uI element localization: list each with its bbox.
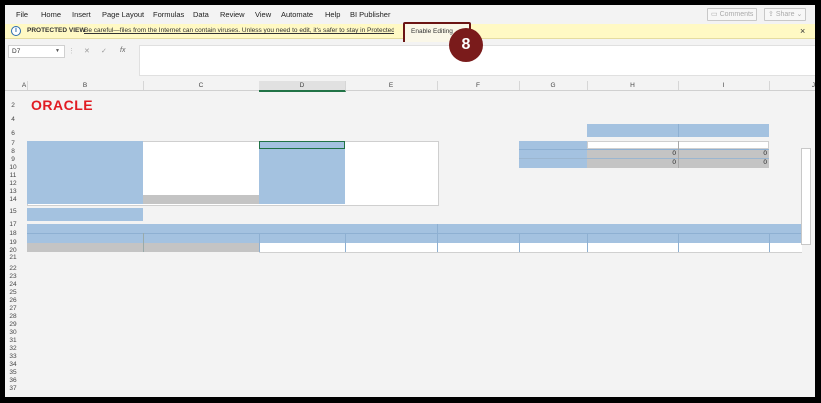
protected-view-title: PROTECTED VIEW xyxy=(27,27,86,34)
cell-divider xyxy=(345,233,346,252)
col-header-g[interactable]: G xyxy=(519,81,588,90)
cancel-icon[interactable]: ✕ xyxy=(84,47,90,55)
menu-help[interactable]: Help xyxy=(325,10,340,19)
col-header-h[interactable]: H xyxy=(587,81,679,90)
step-badge: 8 xyxy=(449,28,483,62)
col-header-b[interactable]: B xyxy=(27,81,144,90)
vertical-scrollbar[interactable] xyxy=(801,148,811,245)
protected-view-message[interactable]: Be careful—files from the Internet can c… xyxy=(84,27,394,34)
cell-divider xyxy=(143,233,144,252)
label-cells-b7-b13[interactable] xyxy=(27,141,143,204)
cells-d7-d13[interactable] xyxy=(259,141,345,204)
sheet-grid: ORACLE 0 0 0 0 xyxy=(5,91,815,397)
cell-i8-value[interactable]: 0 xyxy=(678,150,767,157)
menu-page-layout[interactable]: Page Layout xyxy=(102,10,144,19)
cells-d19-j19[interactable] xyxy=(259,243,802,253)
chevron-down-icon: ⌄ xyxy=(796,11,803,18)
menu-bi-publisher[interactable]: BI Publisher xyxy=(350,10,390,19)
selected-cell-d7[interactable] xyxy=(259,141,345,149)
cell-b15[interactable] xyxy=(27,208,143,221)
excel-window: File Home Insert Page Layout Formulas Da… xyxy=(5,5,815,397)
oracle-logo: ORACLE xyxy=(31,97,94,113)
info-icon: i xyxy=(11,26,21,36)
share-icon: ⇪ xyxy=(768,11,774,18)
cell-divider xyxy=(519,233,520,252)
enter-icon[interactable]: ✓ xyxy=(101,47,107,55)
col-header-c[interactable]: C xyxy=(143,81,260,90)
comments-button[interactable]: ▭ Comments xyxy=(707,8,758,21)
menu-data[interactable]: Data xyxy=(193,10,209,19)
share-button[interactable]: ⇪ Share ⌄ xyxy=(764,8,807,21)
menu-insert[interactable]: Insert xyxy=(72,10,91,19)
cell-divider xyxy=(259,233,260,252)
cell-divider xyxy=(678,233,679,252)
cell-h8-value[interactable]: 0 xyxy=(587,150,676,157)
col-header-i[interactable]: I xyxy=(678,81,770,90)
cell-i9-value[interactable]: 0 xyxy=(678,159,767,166)
cell-h9-value[interactable]: 0 xyxy=(587,159,676,166)
col-header-j[interactable]: J xyxy=(769,81,815,90)
menu-home[interactable]: Home xyxy=(41,10,61,19)
comments-label: Comments xyxy=(719,11,754,18)
more-options-icon: ⋮ xyxy=(68,48,75,55)
column-headers: A B C D E F G H I J xyxy=(5,81,815,92)
menu-automate[interactable]: Automate xyxy=(281,10,313,19)
cell-divider xyxy=(437,224,438,252)
cell-divider xyxy=(678,124,679,137)
menu-review[interactable]: Review xyxy=(220,10,245,19)
cell-c13[interactable] xyxy=(143,195,259,204)
cell-divider xyxy=(587,233,588,252)
menu-formulas[interactable]: Formulas xyxy=(153,10,184,19)
chevron-down-icon[interactable]: ▼ xyxy=(55,48,60,54)
col-header-e[interactable]: E xyxy=(345,81,438,90)
cell-divider xyxy=(769,233,770,252)
formula-bar: D7 ▼ ⋮ ✕ ✓ fx xyxy=(5,42,815,76)
comment-icon: ▭ xyxy=(711,11,718,18)
cells-g7-g9[interactable] xyxy=(519,141,587,168)
enable-editing-label: Enable Editing xyxy=(411,28,453,35)
close-icon[interactable]: × xyxy=(800,26,805,36)
menu-file[interactable]: File xyxy=(16,10,28,19)
insert-function-icon[interactable]: fx xyxy=(120,47,125,54)
menu-view[interactable]: View xyxy=(255,10,271,19)
col-header-f[interactable]: F xyxy=(437,81,520,90)
share-label: Share xyxy=(775,11,795,18)
